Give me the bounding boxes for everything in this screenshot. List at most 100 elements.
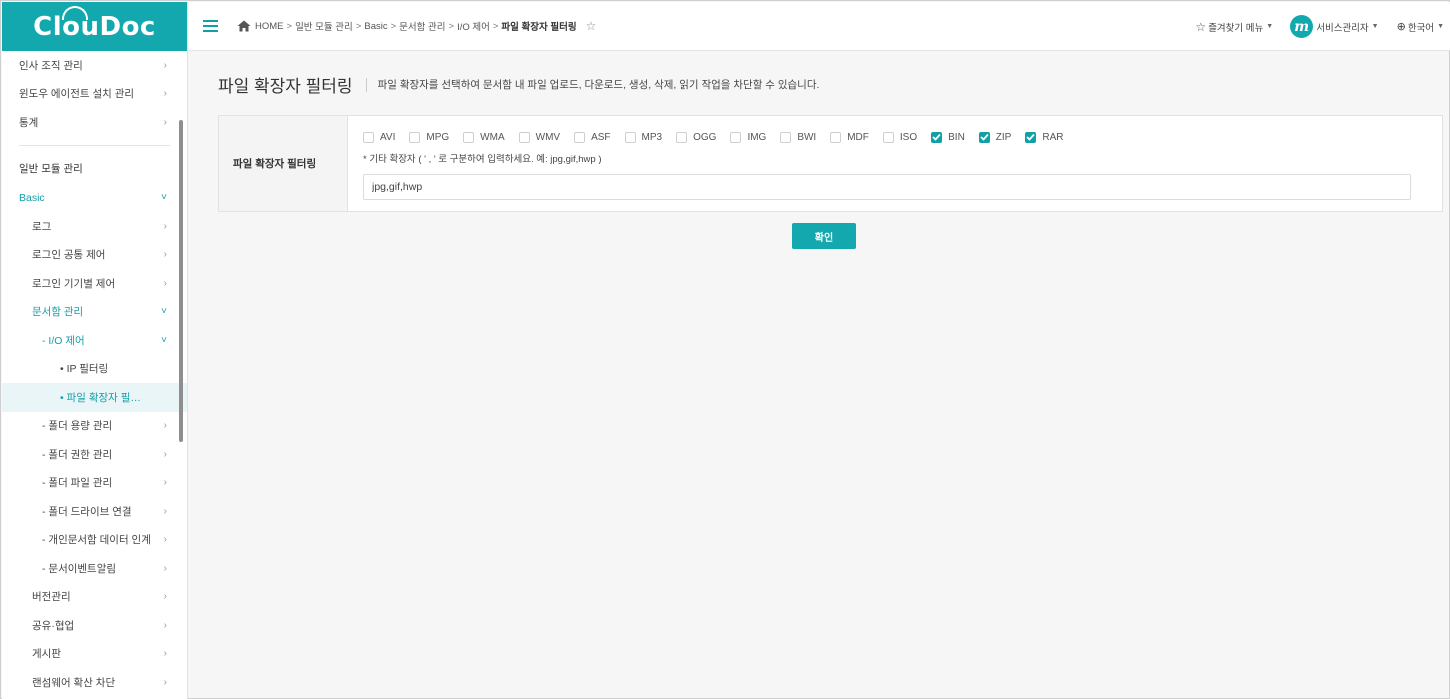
extension-checkbox-wmv[interactable]: WMV — [518, 131, 561, 143]
checkbox-unchecked-icon[interactable] — [363, 131, 374, 143]
sidebar-item-ransomware[interactable]: 랜섬웨어 확산 차단 › — [2, 668, 187, 697]
extension-hint: * 기타 확장자 ( ' , ' 로 구분하여 입력하세요. 예: jpg,gi… — [363, 154, 602, 165]
topbar: HOME > 일반 모듈 관리 > Basic > 문서함 관리 > I/O 제… — [189, 2, 1450, 51]
chevron-right-icon: › — [163, 676, 167, 688]
chevron-right-icon: › — [163, 88, 167, 100]
sidebar-item-version[interactable]: 버전관리 › — [2, 583, 187, 612]
checkbox-unchecked-icon[interactable] — [882, 131, 894, 143]
star-icon: ☆ — [1195, 19, 1207, 34]
breadcrumb-item[interactable]: Basic — [364, 21, 387, 32]
breadcrumb-item[interactable]: I/O 제어 — [457, 19, 490, 33]
sidebar-item-folder-permission[interactable]: - 폴더 권한 관리 › — [2, 440, 187, 469]
user-name: 서비스관리자 — [1316, 22, 1369, 34]
sidebar-item-label: - I/O 제어 — [42, 334, 85, 347]
extension-name: RAR — [1042, 131, 1064, 143]
sidebar-item-label: 로그 — [32, 220, 52, 233]
breadcrumb-item[interactable]: 일반 모듈 관리 — [295, 19, 353, 33]
page-header: 파일 확장자 필터링 파일 확장자를 선택하여 문서함 내 파일 업로드, 다운… — [218, 72, 819, 97]
confirm-button[interactable]: 확인 — [792, 223, 856, 249]
chevron-right-icon: › — [163, 448, 167, 460]
sidebar-item-label: Basic — [19, 191, 45, 204]
chevron-down-icon: ˅ — [161, 334, 167, 346]
sidebar-item-folder-quota[interactable]: - 폴더 용량 관리 › — [2, 412, 187, 441]
sidebar-item-label: • 파일 확장자 필… — [60, 391, 141, 404]
extension-name: ASF — [591, 131, 611, 143]
checkbox-checked-icon[interactable] — [931, 131, 943, 143]
sidebar-item-login-common[interactable]: 로그인 공통 제어 › — [2, 241, 187, 270]
chevron-right-icon: › — [163, 562, 167, 574]
extension-checkbox-zip[interactable]: ZIP — [978, 131, 1011, 143]
cloud-icon — [62, 6, 88, 20]
user-menu[interactable]: m 서비스관리자 ▼ — [1290, 15, 1379, 38]
home-icon[interactable] — [237, 20, 251, 32]
sidebar-item-login-device[interactable]: 로그인 기기별 제어 › — [2, 269, 187, 298]
sidebar-item-docbox[interactable]: 문서함 관리 ˅ — [2, 298, 187, 327]
sidebar-item-io-control[interactable]: - I/O 제어 ˅ — [2, 326, 187, 355]
breadcrumb-separator: > — [286, 20, 293, 32]
sidebar-item-label: - 폴더 드라이브 연결 — [42, 505, 132, 518]
filter-label: 파일 확장자 필터링 — [219, 116, 348, 211]
sidebar-item-share[interactable]: 공유·협업 › — [2, 611, 187, 640]
other-extensions-input[interactable] — [363, 174, 1411, 200]
checkbox-unchecked-icon[interactable] — [730, 131, 742, 143]
caret-down-icon: ▼ — [1437, 23, 1444, 30]
breadcrumb-separator: > — [355, 20, 362, 32]
sidebar-item-doc-event-alert[interactable]: - 문서이벤트알림 › — [2, 554, 187, 583]
checkbox-unchecked-icon[interactable] — [624, 131, 636, 143]
sidebar-item-label: • IP 필터링 — [60, 363, 109, 376]
chevron-down-icon: ˅ — [161, 306, 167, 318]
language-menu[interactable]: ⊕ 한국어 ▼ — [1397, 20, 1444, 34]
extension-checkbox-ogg[interactable]: OGG — [676, 131, 716, 143]
extension-checkbox-mp3[interactable]: MP3 — [624, 131, 662, 143]
breadcrumb-item[interactable]: 문서함 관리 — [399, 19, 445, 33]
chevron-right-icon: › — [163, 220, 167, 232]
extension-checkbox-img[interactable]: IMG — [730, 131, 766, 143]
checkbox-unchecked-icon[interactable] — [830, 131, 842, 143]
sidebar-item-hr-org[interactable]: 인사 조직 관리 › — [2, 51, 187, 80]
sidebar-item-label: 인사 조직 관리 — [19, 59, 83, 72]
sidebar-item-label: 버전관리 — [32, 591, 71, 604]
extension-checkbox-bin[interactable]: BIN — [931, 131, 965, 143]
star-icon[interactable]: ☆ — [586, 19, 597, 33]
extension-checkbox-mpg[interactable]: MPG — [409, 131, 449, 143]
checkbox-unchecked-icon[interactable] — [574, 131, 586, 143]
checkbox-checked-icon[interactable] — [978, 131, 990, 143]
caret-down-icon: ▼ — [1371, 23, 1379, 30]
checkbox-unchecked-icon[interactable] — [409, 131, 421, 143]
logo-text: ClouDoc — [33, 11, 156, 42]
sidebar-item-basic[interactable]: Basic ˅ — [2, 184, 187, 213]
sidebar-item-board[interactable]: 게시판 › — [2, 640, 187, 669]
breadcrumb-item[interactable]: HOME — [255, 21, 284, 32]
sidebar-item-folder-drive[interactable]: - 폴더 드라이브 연결 › — [2, 497, 187, 526]
extension-checkbox-mdf[interactable]: MDF — [830, 131, 869, 143]
checkbox-unchecked-icon[interactable] — [518, 131, 530, 143]
extension-name: WMV — [535, 131, 561, 143]
sidebar-item-folder-file[interactable]: - 폴더 파일 관리 › — [2, 469, 187, 498]
sidebar-item-ext-filter[interactable]: • 파일 확장자 필… — [2, 383, 187, 412]
extension-checkbox-iso[interactable]: ISO — [882, 131, 917, 143]
checkbox-checked-icon[interactable] — [1025, 131, 1037, 143]
checkbox-unchecked-icon[interactable] — [463, 131, 475, 143]
breadcrumb: HOME > 일반 모듈 관리 > Basic > 문서함 관리 > I/O 제… — [237, 19, 596, 33]
extension-checkbox-rar[interactable]: RAR — [1025, 131, 1064, 143]
globe-icon: ⊕ — [1396, 21, 1406, 33]
app-window: ClouDoc 인사 조직 관리 › 윈도우 에이전트 설치 관리 › 통계 ›… — [0, 0, 1450, 699]
checkbox-unchecked-icon[interactable] — [676, 131, 688, 143]
chevron-right-icon: › — [163, 249, 167, 261]
extension-checkbox-avi[interactable]: AVI — [363, 131, 395, 143]
favorites-menu[interactable]: ☆ 즐겨찾기 메뉴 ▼ — [1195, 20, 1273, 34]
sidebar-item-log[interactable]: 로그 › — [2, 212, 187, 241]
sidebar-item-stats[interactable]: 통계 › — [2, 108, 187, 137]
logo[interactable]: ClouDoc — [2, 2, 187, 51]
sidebar-item-personal-handover[interactable]: - 개인문서함 데이터 인계 › — [2, 526, 187, 555]
sidebar-divider — [19, 144, 170, 146]
extension-checkbox-asf[interactable]: ASF — [574, 131, 611, 143]
extension-checkbox-wma[interactable]: WMA — [463, 131, 505, 143]
sidebar-scrollbar[interactable] — [179, 120, 183, 442]
sidebar-item-agent-install[interactable]: 윈도우 에이전트 설치 관리 › — [2, 80, 187, 109]
checkbox-unchecked-icon[interactable] — [780, 131, 792, 143]
sidebar-item-ip-filter[interactable]: • IP 필터링 — [2, 355, 187, 384]
extension-checkbox-bwi[interactable]: BWI — [780, 131, 816, 143]
hamburger-menu-icon[interactable] — [203, 20, 218, 32]
breadcrumb-separator: > — [448, 20, 455, 32]
